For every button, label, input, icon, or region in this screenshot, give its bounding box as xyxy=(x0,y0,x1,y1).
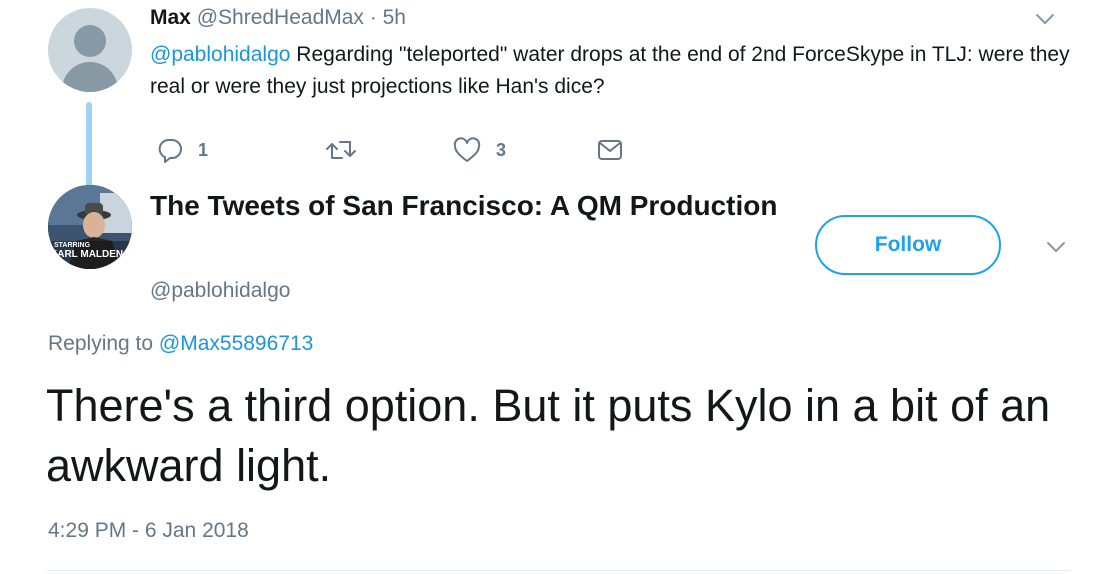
bottom-divider xyxy=(46,570,1070,571)
parent-handle[interactable]: @ShredHeadMax xyxy=(197,6,364,29)
reply-action[interactable]: 1 xyxy=(156,136,208,164)
direct-message-action[interactable] xyxy=(596,137,624,163)
avatar-caption-bottom: KARL MALDEN xyxy=(50,249,124,260)
heart-icon xyxy=(452,136,482,164)
avatar-caption-top: STARRING xyxy=(54,242,91,249)
replying-to-line: Replying to @Max55896713 xyxy=(48,330,313,358)
retweet-action[interactable] xyxy=(325,136,371,164)
reply-count: 1 xyxy=(198,139,209,160)
parent-tweet-header: Max @ShredHeadMax · 5h xyxy=(150,4,406,32)
like-count: 3 xyxy=(496,139,507,160)
focused-username[interactable]: @pablohidalgo xyxy=(150,277,290,305)
follow-button[interactable]: Follow xyxy=(815,215,1001,275)
focused-display-name[interactable]: The Tweets of San Francisco: A QM Produc… xyxy=(150,189,777,223)
focused-more-chevron-down-icon[interactable] xyxy=(1045,236,1067,258)
parent-tweet-text: @pablohidalgo Regarding "teleported" wat… xyxy=(150,39,1080,103)
parent-time[interactable]: 5h xyxy=(383,6,406,29)
like-action[interactable]: 3 xyxy=(452,136,506,164)
replying-to-mention-link[interactable]: @Max55896713 xyxy=(159,332,313,355)
retweet-arrows-icon xyxy=(325,136,357,164)
speech-bubble-icon xyxy=(156,136,184,164)
default-avatar-head xyxy=(74,25,106,57)
focused-tweet-text: There's a third option. But it puts Kylo… xyxy=(46,380,1051,491)
default-avatar-shoulders xyxy=(62,62,118,92)
focused-avatar[interactable]: STARRING KARL MALDEN xyxy=(48,185,132,269)
parent-more-chevron-down-icon[interactable] xyxy=(1034,8,1056,30)
parent-mention-link[interactable]: @pablohidalgo xyxy=(150,43,290,66)
tweet-timestamp[interactable]: 4:29 PM - 6 Jan 2018 xyxy=(48,517,249,545)
parent-separator: · xyxy=(369,6,377,29)
parent-avatar[interactable] xyxy=(48,8,132,92)
thread-connector-line xyxy=(86,102,92,192)
envelope-icon xyxy=(596,137,624,163)
parent-display-name[interactable]: Max xyxy=(150,6,191,29)
replying-prefix: Replying to xyxy=(48,332,154,355)
